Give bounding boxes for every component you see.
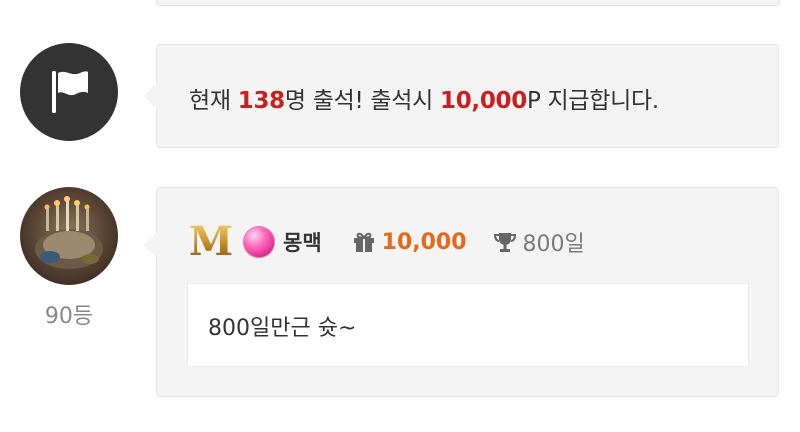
level-badge: M — [188, 218, 234, 265]
avatar[interactable] — [20, 187, 118, 285]
notice-text: 현재 138명 출석! 출석시 10,000P 지급합니다. — [189, 81, 659, 115]
gift-points: 10,000 — [352, 230, 467, 255]
notice-avatar — [20, 43, 118, 141]
flag-icon — [52, 71, 88, 113]
notice-bubble: 현재 138명 출석! 출석시 10,000P 지급합니다. — [143, 44, 779, 148]
comment-body: 800일만근 슛~ — [187, 283, 749, 367]
rank-label: 90등 — [44, 304, 94, 329]
notice-suffix: P 지급합니다. — [526, 88, 659, 114]
previous-comment-card — [156, 0, 780, 6]
gift-icon — [353, 232, 374, 252]
attendance-days: 800일 — [493, 226, 585, 258]
attendance-days-value: 800일 — [522, 232, 585, 257]
comment-bubble: M 몽맥 10,000 800일 800일만근 슛~ — [143, 187, 779, 397]
attendance-count: 138 — [237, 88, 285, 114]
reward-points: 10,000 — [439, 88, 527, 114]
notice-middle: 명 출석! 출석시 — [284, 88, 440, 114]
comment-meta: M 몽맥 10,000 800일 — [187, 220, 585, 264]
notice-prefix: 현재 — [189, 88, 238, 114]
attendance-feed: 현재 138명 출석! 출석시 10,000P 지급합니다. 90등 M 몽맥 … — [0, 0, 800, 432]
gift-points-value: 10,000 — [381, 229, 467, 255]
trophy-icon — [493, 233, 516, 252]
comment-text: 800일만근 슛~ — [208, 316, 357, 341]
pink-orb-icon — [243, 226, 275, 258]
avatar-image — [20, 187, 118, 285]
nickname[interactable]: 몽맥 — [283, 227, 322, 257]
